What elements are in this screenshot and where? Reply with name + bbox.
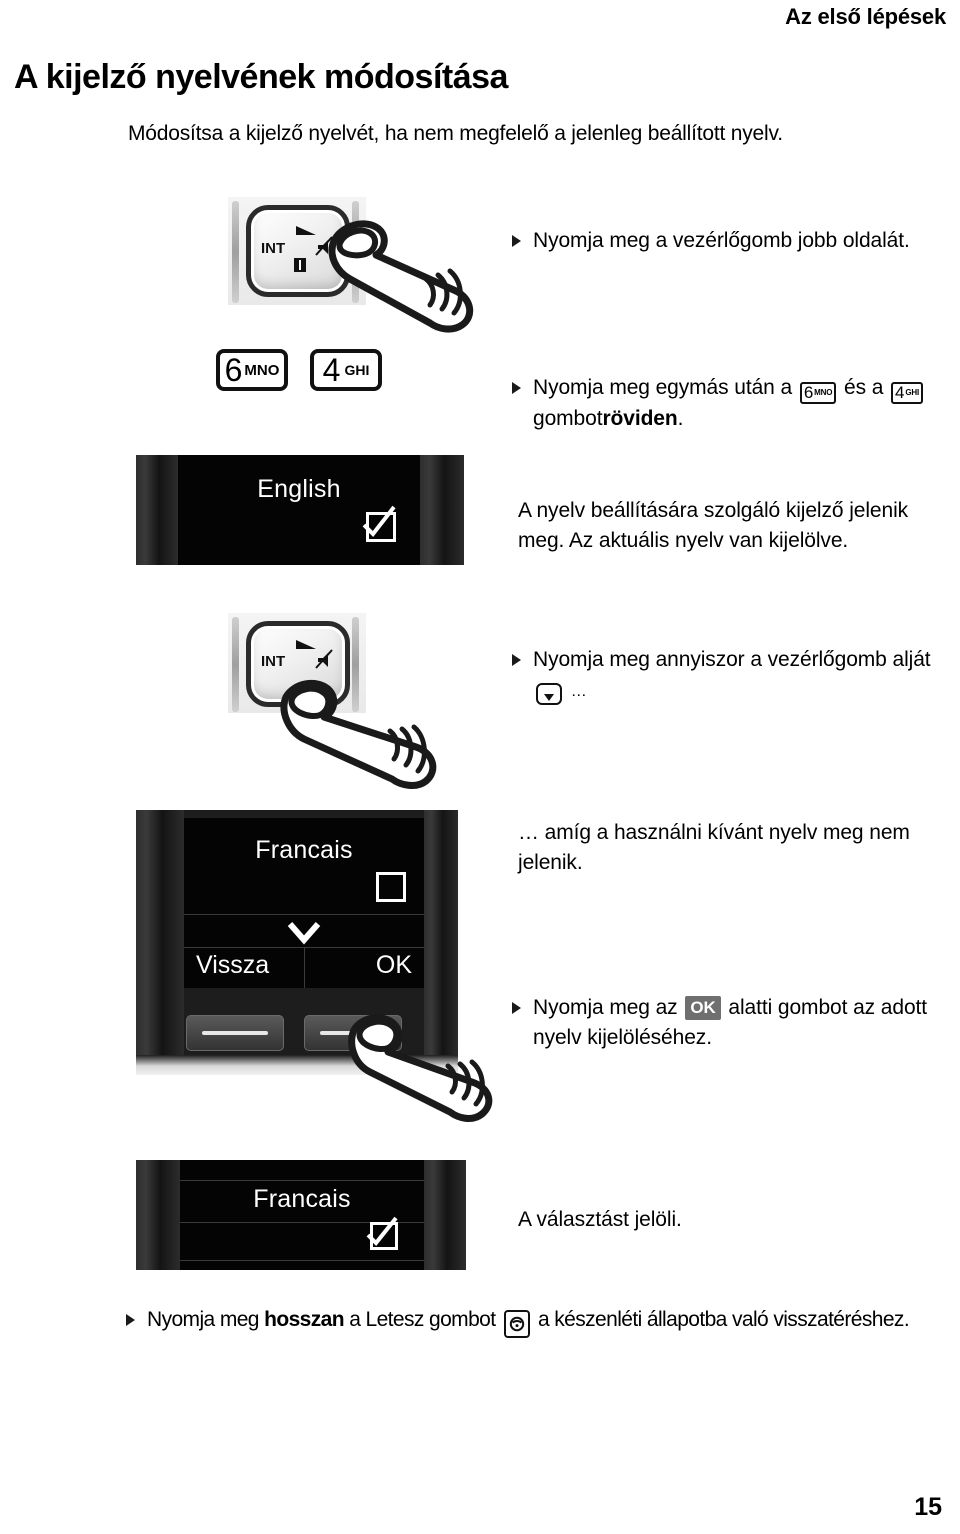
number-key-6-letters: MNO [244, 361, 280, 379]
note-language-display: A nyelv beállítására szolgáló kijelző je… [518, 496, 938, 556]
step-press-6-4-end: . [677, 406, 684, 430]
bullet-triangle-icon [512, 235, 521, 247]
inline-key-4-digit: 4 [895, 383, 905, 402]
screen-divider [184, 914, 424, 915]
step-press-6-4-after: gombot [533, 406, 603, 430]
finger-pointer-down [280, 679, 437, 789]
number-key-6: 6 MNO [216, 349, 288, 391]
number-key-4-letters: GHI [344, 362, 370, 378]
note-selection: A választást jelöli. [518, 1205, 938, 1235]
control-key-figure-down: INT [228, 613, 437, 789]
display-francais-language: Francais [255, 836, 353, 864]
ok-badge: OK [685, 996, 721, 1020]
keypad-side-left [232, 617, 239, 712]
step-press-hangup-middle: a Letesz gombot [349, 1308, 496, 1331]
step-press-hangup-bold: hosszan [264, 1308, 344, 1331]
inline-key-6: 6 MNO [799, 381, 837, 404]
step-press-6-4-before: Nyomja meg egymás után a [533, 376, 793, 399]
softkey-left-label[interactable]: Vissza [184, 951, 304, 980]
int-label: INT [261, 653, 286, 670]
note-until-language-label: … amíg a használni kívánt nyelv meg nem … [518, 821, 910, 874]
mute-icon [315, 649, 333, 669]
intro-paragraph: Módosítsa a kijelző nyelvét, ha nem megf… [128, 122, 783, 145]
display-english-language: English [257, 475, 341, 503]
page-number: 15 [914, 1493, 942, 1521]
control-key-figure-right: INT [228, 197, 474, 333]
softkey-right-label[interactable]: OK [304, 951, 424, 980]
keypad-side-left [232, 201, 239, 303]
softkey-button-left[interactable] [186, 1015, 284, 1051]
handset-bezel-right [420, 455, 464, 565]
step-press-6-4: Nyomja meg egymás után a 6 MNO és a 4 GHI … [512, 373, 932, 433]
display-francais-screen: Francais Vissza OK [184, 818, 424, 988]
number-key-4: 4 GHI [310, 349, 382, 391]
bullet-triangle-icon [126, 1314, 135, 1326]
note-language-display-label: A nyelv beállítására szolgáló kijelző je… [518, 499, 909, 552]
step-press-6-4-bold: röviden [602, 406, 678, 430]
inline-key-nav-down [536, 682, 562, 705]
checkbox-unchecked [376, 872, 406, 902]
number-key-6-digit: 6 [224, 352, 243, 388]
step-press-hangup-after: a készenléti állapotba való visszatérésh… [537, 1308, 910, 1331]
step-press-hangup: Nyomja meg hosszan a Letesz gombot a kés… [126, 1305, 936, 1338]
number-key-4-digit: 4 [322, 352, 341, 388]
handset-bezel-left [136, 1160, 180, 1270]
handset-bezel-right [424, 1160, 466, 1270]
note-until-language: … amíg a használni kívánt nyelv meg nem … [518, 818, 938, 878]
softkey-line-icon [202, 1031, 268, 1035]
display-francais-selected-screen: Francais [180, 1160, 424, 1270]
finger-pointer-softkey [348, 1014, 493, 1122]
handset-bezel-left [136, 455, 178, 565]
page-title: A kijelző nyelvének módosítása [14, 58, 508, 96]
softkey-separator [304, 947, 305, 988]
end-call-icon [509, 1316, 524, 1332]
note-selection-label: A választást jelöli. [518, 1208, 682, 1231]
step-press-down-after: … [570, 682, 587, 700]
screen-divider [180, 1260, 424, 1261]
running-head: Az első lépések [785, 4, 946, 29]
bullet-triangle-icon [512, 654, 521, 666]
display-francais-selected: Francais [136, 1160, 466, 1270]
chevron-down-icon [287, 922, 321, 945]
display-francais-selected-language: Francais [253, 1185, 351, 1213]
inline-key-hangup [503, 1310, 530, 1338]
inline-key-4-letters: GHI [905, 387, 920, 397]
step-press-6-4-middle: és a [844, 376, 884, 399]
bullet-triangle-icon [512, 1002, 521, 1014]
step-press-down-label: Nyomja meg annyiszor a vezérlőgomb alját [533, 648, 931, 671]
int-label: INT [261, 240, 286, 257]
inline-key-6-letters: MNO [814, 387, 833, 397]
check-mark-icon [362, 505, 396, 538]
step-press-ok-before: Nyomja meg az [533, 996, 678, 1019]
display-english-screen: English [178, 455, 420, 565]
step-press-right-label: Nyomja meg a vezérlőgomb jobb oldalát. [533, 229, 910, 252]
handset-bezel-left [136, 810, 184, 1075]
display-english: English [136, 455, 464, 565]
screen-divider [180, 1180, 424, 1181]
step-press-hangup-before: Nyomja meg [147, 1308, 259, 1331]
bullet-triangle-icon [512, 382, 521, 394]
finger-pointer-right [328, 220, 474, 333]
inline-key-4: 4 GHI [891, 381, 924, 404]
chevron-down-icon [544, 693, 554, 701]
directory-icon [294, 258, 306, 272]
step-press-ok: Nyomja meg az OK alatti gombot az adott … [512, 993, 932, 1053]
check-mark-icon [366, 1216, 398, 1246]
step-press-right: Nyomja meg a vezérlőgomb jobb oldalát. [512, 226, 932, 256]
step-press-down: Nyomja meg annyiszor a vezérlőgomb alját… [512, 645, 942, 705]
inline-key-6-digit: 6 [803, 383, 814, 402]
